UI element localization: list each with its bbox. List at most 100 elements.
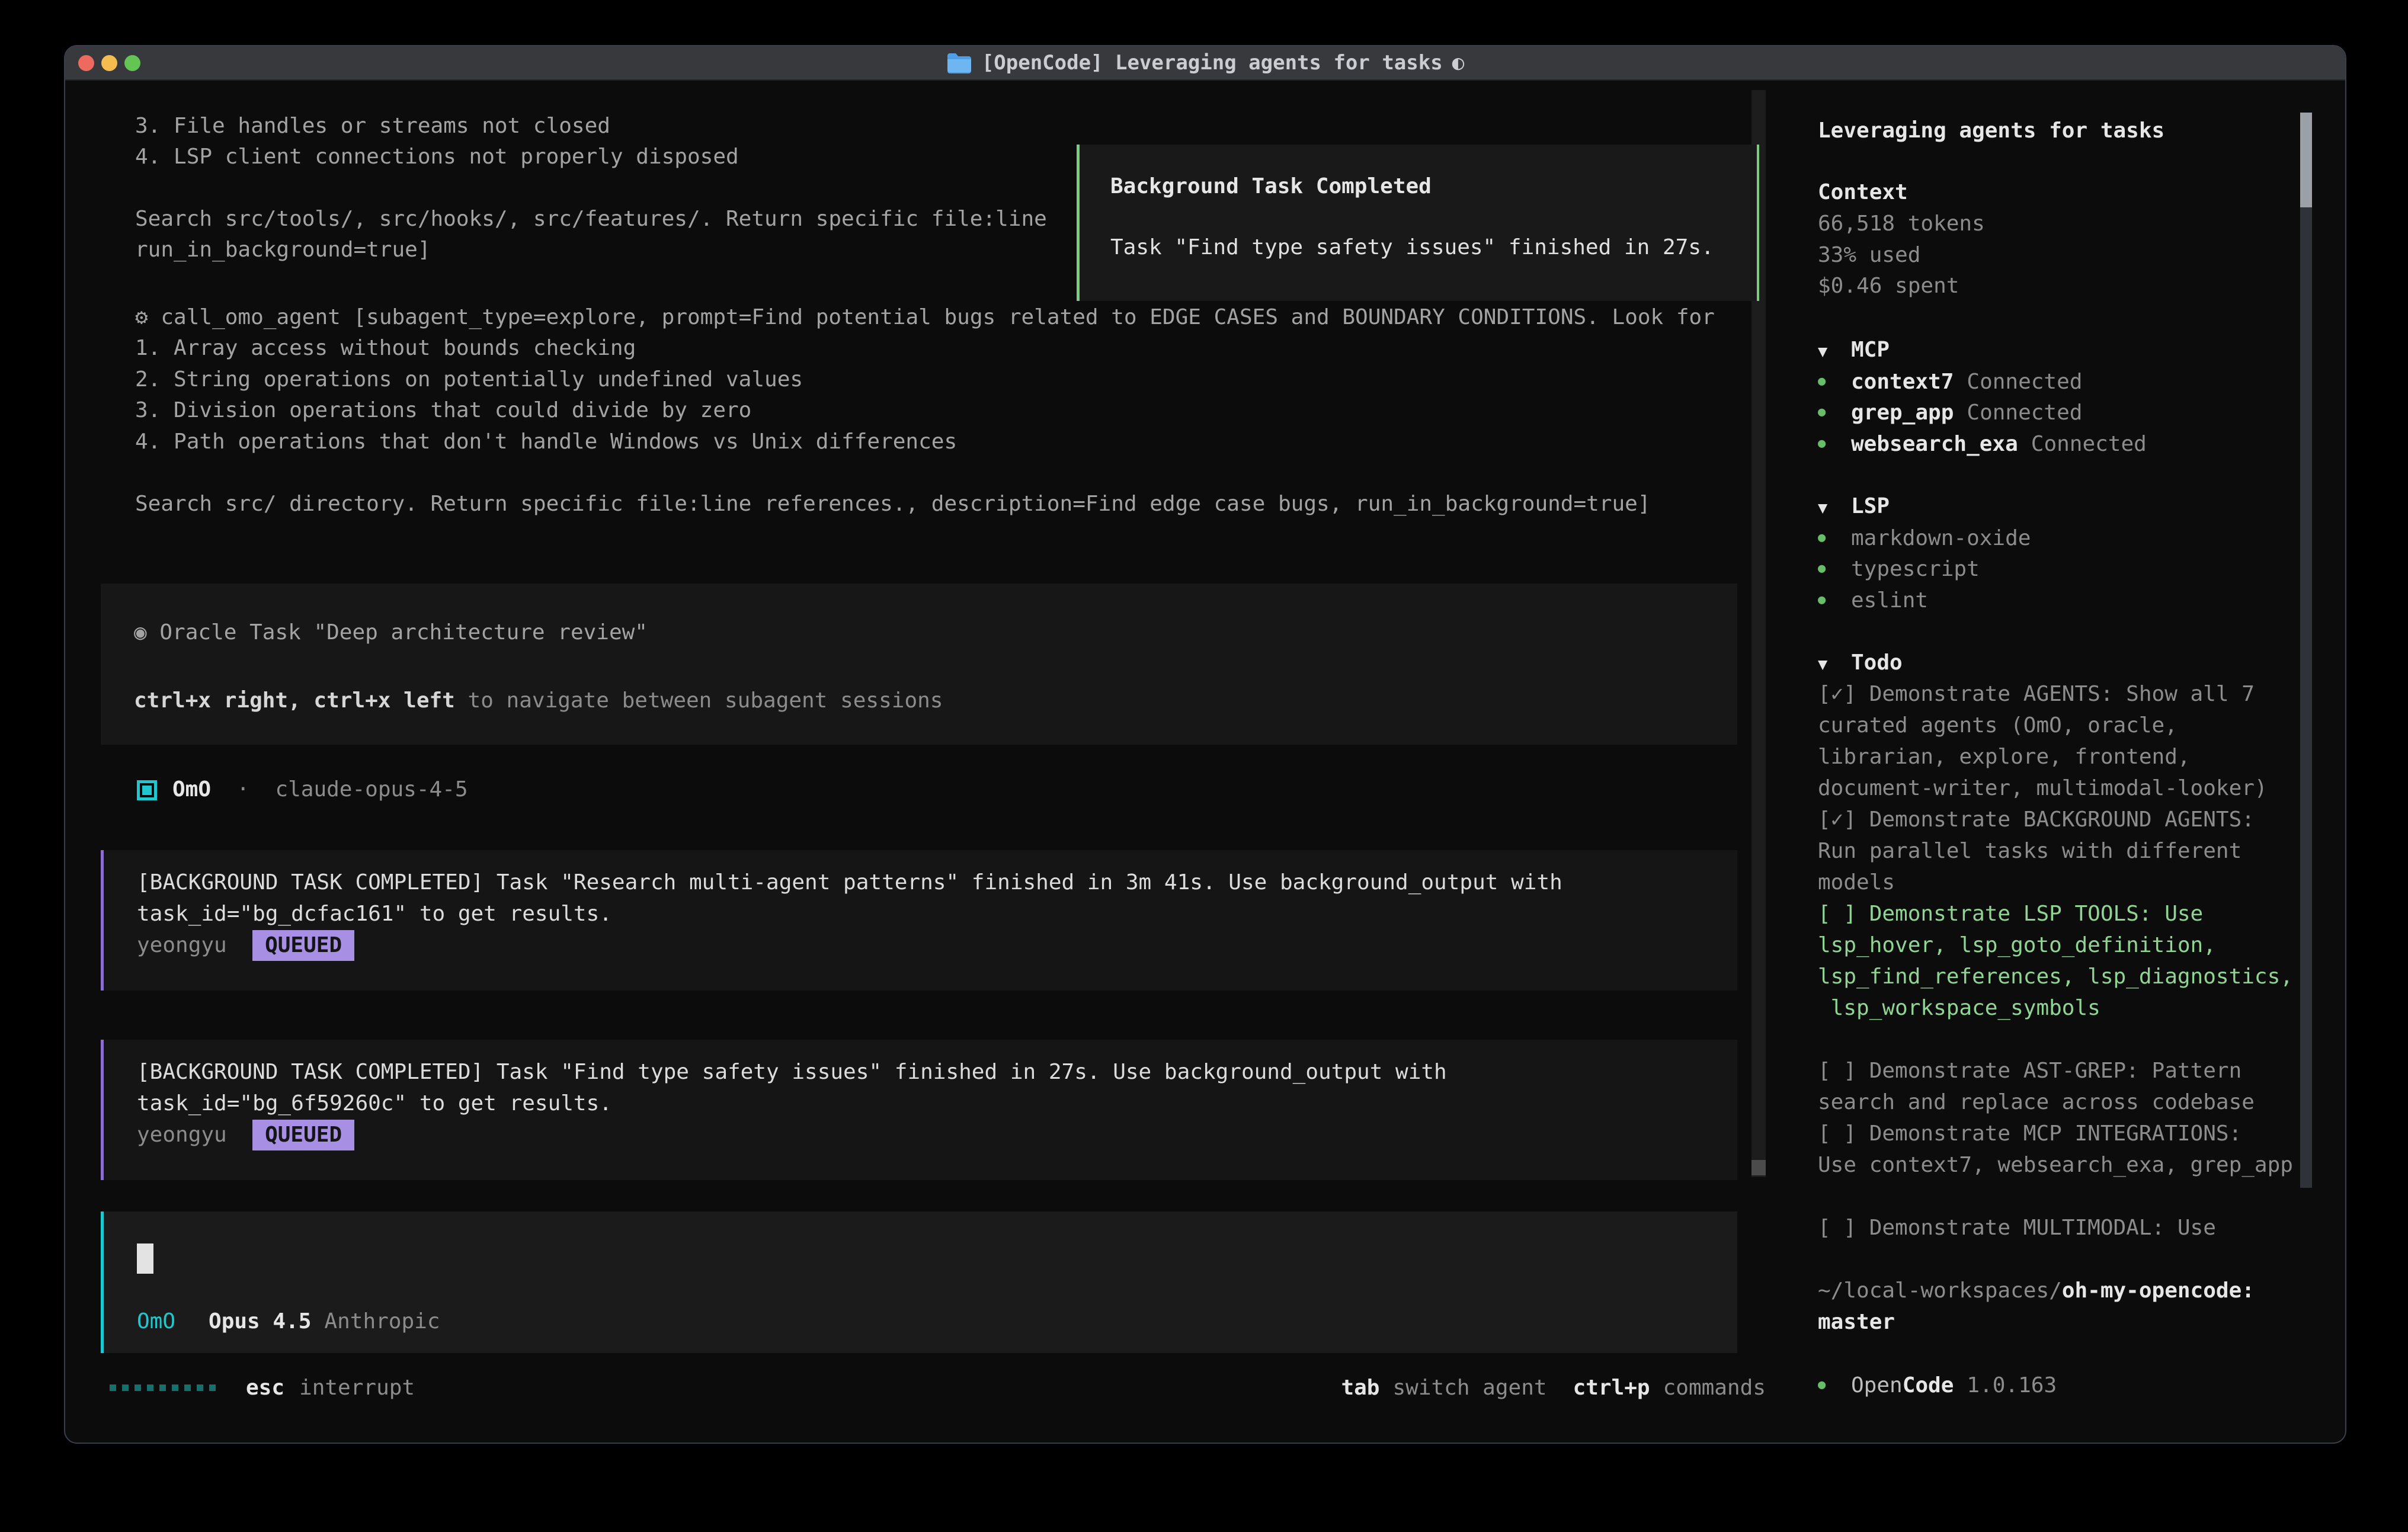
mcp-heading: MCP (1851, 338, 1890, 362)
todo-line-active: [ ] Demonstrate LSP TOOLS: Use (1818, 898, 2203, 930)
tool-call-tail: Search src/ directory. Return specific f… (135, 488, 1651, 520)
background-task-notification: Background Task Completed Task "Find typ… (1077, 145, 1759, 301)
todo-line: models (1818, 867, 1895, 898)
hint-rest: to navigate between subagent sessions (455, 688, 943, 713)
activity-spinner-icon (110, 1384, 216, 1391)
opencode-version: ● OpenCode 1.0.163 (1818, 1369, 2057, 1400)
esc-key-hint: esc (246, 1376, 284, 1400)
message-background-task-2: [BACKGROUND TASK COMPLETED] Task "Find t… (101, 1040, 1737, 1180)
agent-session-header: OmO · claude-opus-4-5 (172, 774, 468, 805)
titlebar: [OpenCode] Leveraging agents for tasks ◐ (65, 46, 2345, 81)
status-dot-icon: ● (1818, 561, 1826, 576)
todo-line-active: lsp_hover, lsp_goto_definition, (1818, 930, 2216, 961)
version-name-bold: Code (1903, 1373, 1954, 1398)
input-agent-name: OmO (137, 1309, 175, 1334)
agent-icon-inner (142, 786, 152, 795)
mcp-item-grep-app: ●grep_appConnected (1818, 396, 2082, 428)
chat-scrollbar-thumb[interactable] (1751, 1160, 1766, 1175)
terminal-line: 4. LSP client connections not properly d… (135, 141, 739, 172)
tab-key-label: switch agent (1392, 1376, 1546, 1400)
message-background-task-1: [BACKGROUND TASK COMPLETED] Task "Resear… (101, 850, 1737, 991)
todo-line: [ ] Demonstrate AST-GREP: Pattern (1818, 1055, 2242, 1086)
close-button[interactable] (78, 55, 94, 71)
sidebar-scrollbar-thumb[interactable] (2300, 113, 2312, 207)
esc-key-label: interrupt (299, 1376, 415, 1400)
lsp-item-typescript: ● typescript (1818, 553, 1980, 584)
mcp-section-header[interactable]: ▼MCP (1818, 334, 1890, 366)
window-title-group: [OpenCode] Leveraging agents for tasks ◐ (946, 51, 1464, 75)
oracle-task-box: ◉ Oracle Task "Deep architecture review"… (101, 584, 1737, 745)
tool-call-line: ⚙ call_omo_agent [subagent_type=explore,… (135, 302, 1715, 333)
tab-key-hint: tab (1341, 1376, 1379, 1400)
lsp-item-eslint: ●eslint (1818, 584, 1928, 616)
lsp-name: markdown-oxide (1851, 526, 2031, 550)
sidebar-scrollbar-track[interactable] (2300, 113, 2312, 1188)
lsp-name: eslint (1851, 588, 1928, 613)
path-repo: oh-my-opencode: (2062, 1278, 2255, 1303)
message-line: task_id="bg_dcfac161" to get results. (137, 898, 612, 930)
todo-heading: Todo (1851, 650, 1903, 675)
hint-keys: ctrl+x right, ctrl+x left (134, 688, 455, 713)
tool-call-item: 3. Division operations that could divide… (135, 395, 751, 426)
agent-name: OmO (172, 777, 211, 802)
zoom-button[interactable] (124, 55, 140, 71)
sidebar-session-title: Leveraging agents for tasks (1818, 115, 2164, 146)
tool-call-text: call_omo_agent [subagent_type=explore, p… (161, 305, 1715, 329)
text-cursor (137, 1243, 153, 1274)
model-indicator: OmO Opus 4.5 Anthropic (137, 1306, 440, 1337)
terminal-line: Search src/tools/, src/hooks/, src/featu… (135, 203, 1047, 235)
version-name-regular: Open (1851, 1373, 1903, 1398)
todo-section-header[interactable]: ▼Todo (1818, 647, 1903, 678)
version-number: 1.0.163 (1967, 1373, 2057, 1398)
agent-model: claude-opus-4-5 (275, 777, 467, 802)
mcp-status: Connected (2031, 432, 2147, 456)
todo-line: [✓] Demonstrate AGENTS: Show all 7 (1818, 678, 2255, 710)
lsp-name: typescript (1851, 557, 1980, 581)
status-dot-icon: ● (1818, 374, 1826, 389)
message-author: yeongyu (137, 1123, 227, 1147)
lsp-item-markdown-oxide: ●markdown-oxide (1818, 522, 2031, 553)
todo-line: Run parallel tasks with different (1818, 835, 2242, 867)
todo-line: document-writer, multimodal-looker) (1818, 773, 2268, 804)
mcp-item-websearch-exa: ● websearch_exa Connected (1818, 428, 2147, 459)
gear-icon: ⚙ (135, 305, 148, 329)
minimize-button[interactable] (101, 55, 117, 71)
input-provider-name: Anthropic (324, 1309, 440, 1334)
status-bar: esc interrupt tab switch agent ctrl+p co… (110, 1372, 1766, 1403)
mcp-item-context7: ●context7Connected (1818, 366, 2082, 397)
folder-icon (946, 52, 972, 73)
screen: { "window": { "title": "[OpenCode] Lever… (0, 0, 2408, 1532)
chevron-down-icon: ▼ (1818, 492, 1851, 524)
terminal-line: run_in_background=true] (135, 234, 431, 265)
traffic-lights (78, 46, 140, 79)
oracle-task-title-line: ◉ Oracle Task "Deep architecture review" (134, 617, 648, 648)
status-left: esc interrupt (110, 1376, 415, 1400)
ctrlp-key-label: commands (1663, 1376, 1766, 1400)
message-line: task_id="bg_6f59260c" to get results. (137, 1088, 612, 1119)
mcp-name: websearch_exa (1851, 432, 2018, 456)
mcp-name: grep_app (1851, 400, 1954, 425)
workspace-path: ~/local-workspaces/oh-my-opencode: (1818, 1275, 2255, 1306)
message-line: [BACKGROUND TASK COMPLETED] Task "Find t… (137, 1056, 1447, 1088)
status-dot-icon: ● (1818, 1377, 1826, 1392)
prompt-input[interactable]: OmO Opus 4.5 Anthropic (101, 1212, 1737, 1353)
agent-icon (137, 780, 157, 800)
context-used: 33% used (1818, 239, 1920, 271)
status-right: tab switch agent ctrl+p commands (1341, 1376, 1766, 1400)
tool-call-item: 4. Path operations that don't handle Win… (135, 426, 957, 457)
message-line: [BACKGROUND TASK COMPLETED] Task "Resear… (137, 867, 1562, 898)
status-badge: QUEUED (252, 1120, 354, 1150)
separator-dot: · (236, 777, 249, 802)
context-tokens: 66,518 tokens (1818, 208, 1985, 239)
lsp-section-header[interactable]: ▼LSP (1818, 491, 1890, 522)
mcp-status: Connected (1967, 370, 2082, 394)
todo-line-active: lsp_workspace_symbols (1818, 992, 2100, 1024)
opencode-window: [OpenCode] Leveraging agents for tasks ◐… (64, 45, 2346, 1444)
status-dot-icon: ● (1818, 436, 1826, 451)
radio-dot-icon: ◉ (134, 620, 147, 645)
notification-title: Background Task Completed (1110, 171, 1432, 202)
message-meta: yeongyu QUEUED (137, 930, 354, 961)
oracle-task-title: Oracle Task "Deep architecture review" (159, 620, 648, 645)
ctrlp-key-hint: ctrl+p (1573, 1376, 1650, 1400)
input-model-name: Opus 4.5 (209, 1309, 311, 1334)
